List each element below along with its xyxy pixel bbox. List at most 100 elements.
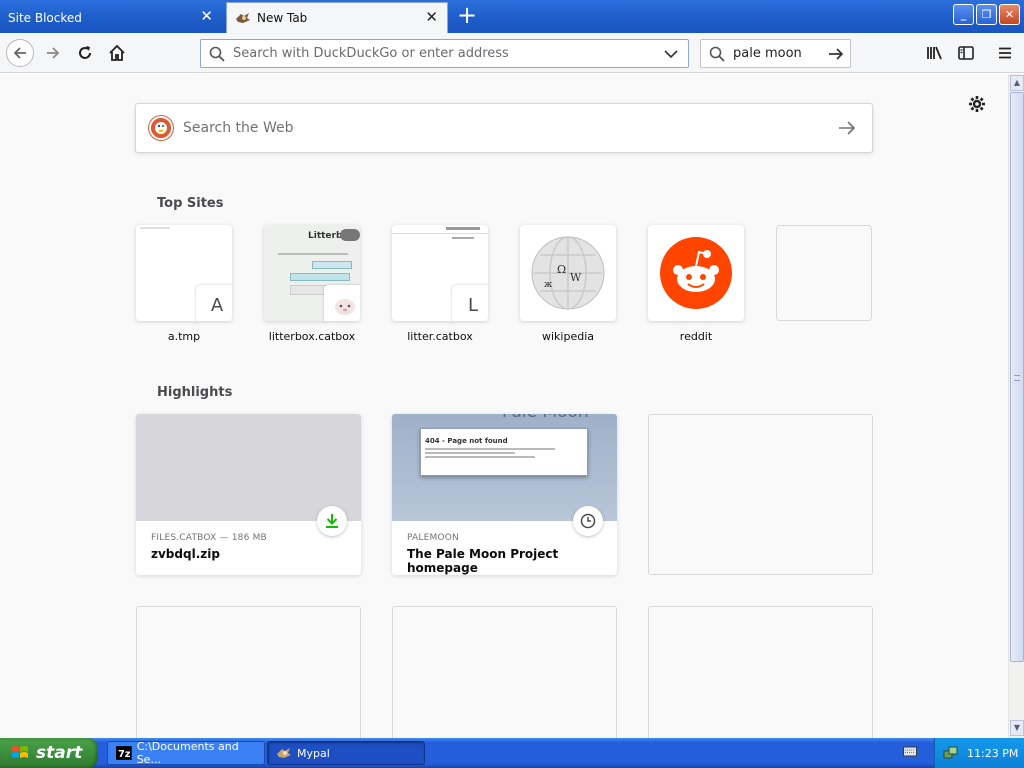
library-icon (927, 46, 942, 60)
mypal-favicon-icon (236, 13, 250, 23)
site-label: litterbox.catbox (268, 330, 356, 343)
tab-site-blocked[interactable]: Site Blocked ✕ (0, 2, 222, 33)
taskbar-item-mypal[interactable]: Mypal (267, 741, 425, 765)
back-arrow-icon (13, 47, 26, 59)
reload-button[interactable] (71, 39, 99, 67)
back-button[interactable] (6, 39, 34, 67)
search-go-arrow-icon[interactable] (838, 120, 856, 136)
home-button[interactable] (103, 39, 131, 67)
tab-new-tab[interactable]: New Tab ✕ (226, 2, 448, 33)
empty-tile (776, 225, 872, 321)
highlight-card[interactable]: FILES.CATBOX — 186 MB zvbdql.zip (136, 414, 361, 575)
highlight-empty-slot (392, 606, 617, 738)
highlight-empty-slot (648, 606, 873, 738)
windows-logo-icon (12, 746, 28, 758)
reddit-logo-icon (660, 237, 732, 309)
gear-icon[interactable] (968, 95, 986, 113)
task-label: C:\Documents and Se... (136, 740, 239, 766)
search-icon (209, 46, 225, 62)
highlight-title: zvbdql.zip (151, 547, 220, 561)
sidebar-icon (958, 46, 974, 60)
web-search-box[interactable]: Search the Web (135, 103, 873, 153)
start-button[interactable]: start (0, 738, 98, 768)
scroll-up-arrow-icon[interactable]: ▲ (1010, 75, 1024, 91)
close-window-button[interactable]: ✕ (999, 4, 1020, 25)
search-bar[interactable]: pale moon (700, 39, 851, 68)
tab-label: Site Blocked (8, 10, 82, 25)
site-thumbnail: L (392, 225, 488, 321)
palemoon-heading-text: Pale Moon (502, 414, 589, 422)
new-tab-page: Search the Web Top Sites A a.tmp Litterb… (0, 74, 1008, 738)
site-label: reddit (679, 330, 713, 343)
reload-icon (79, 46, 91, 59)
keyboard-tray-icon[interactable] (903, 745, 917, 757)
web-search-placeholder: Search the Web (183, 120, 294, 136)
litterbox-cat-icon (324, 285, 360, 321)
highlight-card[interactable]: Pale Moon 404 - Page not found PALEMOON … (392, 414, 617, 575)
highlight-title: The Pale Moon Project homepage (407, 547, 559, 575)
home-icon (109, 44, 125, 61)
site-label: litter.catbox (407, 330, 473, 343)
address-bar[interactable] (200, 39, 689, 68)
highlight-host: FILES.CATBOX — 186 MB (151, 533, 267, 543)
wikipedia-globe-icon: Ω W ж (531, 236, 605, 310)
site-letter-badge: A (196, 285, 232, 321)
tab-label: New Tab (257, 11, 308, 25)
top-site-tile[interactable]: A a.tmp (136, 225, 232, 343)
7zip-icon: 7z (116, 746, 132, 760)
scroll-thumb[interactable] (1010, 92, 1024, 662)
palemoon-404-text: 404 - Page not found (425, 437, 508, 445)
clock-icon (573, 506, 603, 536)
tab-strip: Site Blocked ✕ New Tab ✕ + _ ❐ ✕ (0, 0, 1024, 33)
download-icon (317, 506, 347, 536)
url-input[interactable] (233, 46, 653, 61)
mypal-icon (277, 748, 291, 758)
scroll-down-arrow-icon[interactable]: ▼ (1010, 720, 1024, 736)
svg-text:7z: 7z (118, 749, 131, 760)
library-button[interactable] (921, 39, 949, 67)
svg-text:W: W (570, 271, 582, 284)
highlight-empty-slot (648, 414, 873, 575)
top-site-tile[interactable]: reddit (648, 225, 744, 343)
highlights-title: Highlights (157, 385, 233, 400)
site-thumbnail: Ω W ж (520, 225, 616, 321)
close-tab-icon[interactable]: ✕ (425, 10, 438, 25)
vertical-scrollbar[interactable]: ▲ ▼ (1008, 74, 1024, 738)
highlight-host: PALEMOON (407, 533, 459, 543)
window-controls: _ ❐ ✕ (953, 4, 1020, 25)
top-site-tile[interactable]: Ω W ж wikipedia (520, 225, 616, 343)
restore-button[interactable]: ❐ (976, 4, 997, 25)
site-letter-badge: L (452, 285, 488, 321)
new-tab-plus-icon[interactable]: + (454, 3, 480, 29)
site-thumbnail (648, 225, 744, 321)
sidebar-toggle-button[interactable] (952, 39, 980, 67)
network-tray-icon[interactable] (943, 745, 959, 761)
top-site-empty-slot (776, 225, 872, 321)
hamburger-menu-icon (999, 47, 1011, 59)
top-sites-title: Top Sites (157, 196, 224, 211)
windows-taskbar: start 7z C:\Documents and Se... Mypal 11… (0, 738, 1024, 768)
start-label: start (36, 743, 83, 763)
chevron-down-icon[interactable] (664, 49, 678, 59)
top-site-tile[interactable]: L litter.catbox (392, 225, 488, 343)
close-tab-icon[interactable]: ✕ (200, 9, 213, 24)
site-thumbnail: Litterbox (264, 225, 360, 321)
highlight-thumbnail: Pale Moon 404 - Page not found (392, 414, 617, 521)
site-label: a.tmp (167, 330, 201, 343)
highlight-empty-slot (136, 606, 361, 738)
site-label: wikipedia (541, 330, 594, 343)
navigation-toolbar: pale moon (0, 33, 1024, 73)
menu-button[interactable] (991, 39, 1019, 67)
svg-text:ж: ж (544, 280, 553, 290)
scroll-grip (1014, 375, 1020, 381)
task-label: Mypal (297, 746, 330, 760)
taskbar-item-explorer[interactable]: 7z C:\Documents and Se... (107, 740, 265, 766)
svg-text:Ω: Ω (557, 263, 566, 276)
duckduckgo-logo-icon (149, 116, 173, 140)
go-arrow-icon[interactable] (828, 47, 844, 61)
forward-button[interactable] (39, 39, 67, 67)
top-site-tile[interactable]: Litterbox litterbox.catbox (264, 225, 360, 343)
clock: 11:23 PM (967, 746, 1019, 760)
minimize-button[interactable]: _ (953, 4, 974, 25)
search-input[interactable]: pale moon (733, 46, 802, 61)
